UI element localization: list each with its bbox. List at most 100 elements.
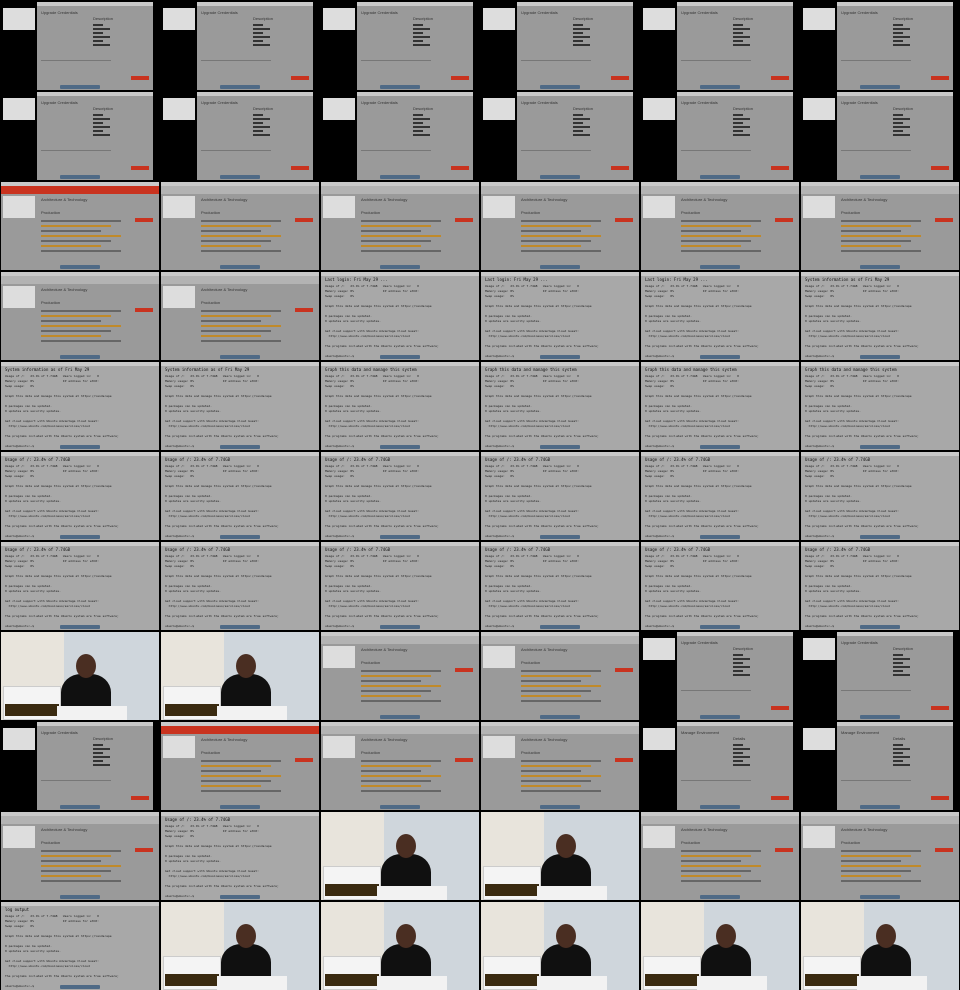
thumbnail-36[interactable]: Usage of /: 23.4% of 7.74GB Usage of /: 2…	[801, 452, 959, 540]
form-field[interactable]	[893, 40, 903, 42]
form-field[interactable]	[253, 40, 263, 42]
primary-button[interactable]	[295, 218, 313, 222]
form-field[interactable]	[93, 126, 110, 128]
submit-button[interactable]	[931, 166, 949, 170]
thumbnail-42[interactable]: Usage of /: 23.4% of 7.74GB Usage of /: 2…	[801, 542, 959, 630]
thumbnail-2[interactable]: Upgrade Credentials Description	[161, 2, 319, 90]
thumbnail-65[interactable]	[641, 902, 799, 990]
form-field[interactable]	[93, 134, 110, 136]
thumbnail-11[interactable]: Upgrade Credentials Description	[641, 92, 799, 180]
form-field[interactable]	[253, 122, 263, 124]
thumbnail-8[interactable]: Upgrade Credentials Description	[161, 92, 319, 180]
submit-button[interactable]	[291, 76, 309, 80]
primary-button[interactable]	[455, 758, 473, 762]
dock[interactable]	[380, 805, 420, 809]
thumbnail-29[interactable]: Graph this data and manage this system Us…	[641, 362, 799, 450]
thumbnail-35[interactable]: Usage of /: 23.4% of 7.74GB Usage of /: 2…	[641, 452, 799, 540]
form-field[interactable]	[733, 114, 743, 116]
primary-button[interactable]	[775, 218, 793, 222]
dock[interactable]	[700, 535, 740, 539]
input-underline[interactable]	[681, 780, 751, 781]
thumbnail-53[interactable]: Manage Environment Details	[641, 722, 799, 810]
dock[interactable]	[540, 355, 580, 359]
form-field[interactable]	[733, 752, 743, 754]
form-field[interactable]	[733, 122, 743, 124]
form-field[interactable]	[93, 40, 103, 42]
thumbnail-27[interactable]: Graph this data and manage this system Us…	[321, 362, 479, 450]
form-field[interactable]	[93, 122, 103, 124]
primary-button[interactable]	[775, 848, 793, 852]
thumbnail-16[interactable]: Architecture & Technology Production	[481, 182, 639, 270]
thumbnail-10[interactable]: Upgrade Credentials Description	[481, 92, 639, 180]
dock[interactable]	[860, 445, 900, 449]
submit-button[interactable]	[771, 706, 789, 710]
form-field[interactable]	[573, 28, 590, 30]
form-field[interactable]	[733, 764, 750, 766]
dock[interactable]	[860, 535, 900, 539]
dock[interactable]	[540, 535, 580, 539]
form-field[interactable]	[733, 670, 743, 672]
form-field[interactable]	[733, 28, 750, 30]
dock[interactable]	[60, 85, 100, 89]
primary-button[interactable]	[615, 668, 633, 672]
form-field[interactable]	[93, 32, 103, 34]
dock[interactable]	[60, 445, 100, 449]
thumbnail-49[interactable]: Upgrade Credentials Description	[1, 722, 159, 810]
form-field[interactable]	[93, 756, 110, 758]
form-field[interactable]	[573, 32, 583, 34]
thumbnail-31[interactable]: Usage of /: 23.4% of 7.74GB Usage of /: 2…	[1, 452, 159, 540]
thumbnail-66[interactable]	[801, 902, 959, 990]
form-field[interactable]	[733, 654, 743, 656]
dock[interactable]	[540, 715, 580, 719]
dock[interactable]	[220, 265, 260, 269]
dock[interactable]	[860, 175, 900, 179]
thumbnail-64[interactable]	[481, 902, 639, 990]
form-field[interactable]	[253, 114, 263, 116]
dock[interactable]	[220, 625, 260, 629]
thumbnail-20[interactable]: Architecture & Technology Production	[161, 272, 319, 360]
form-field[interactable]	[413, 114, 423, 116]
form-field[interactable]	[413, 32, 423, 34]
dock[interactable]	[700, 625, 740, 629]
input-underline[interactable]	[41, 780, 111, 781]
form-field[interactable]	[893, 122, 903, 124]
thumbnail-1[interactable]: Upgrade Credentials Description	[1, 2, 159, 90]
form-field[interactable]	[733, 36, 750, 38]
thumbnail-56[interactable]: Usage of /: 23.4% of 7.74GB Usage of /: 2…	[161, 812, 319, 900]
form-field[interactable]	[253, 24, 263, 26]
input-underline[interactable]	[361, 60, 431, 61]
input-underline[interactable]	[201, 150, 271, 151]
dock[interactable]	[700, 715, 740, 719]
dock[interactable]	[700, 265, 740, 269]
form-field[interactable]	[413, 40, 423, 42]
thumbnail-34[interactable]: Usage of /: 23.4% of 7.74GB Usage of /: 2…	[481, 452, 639, 540]
thumbnail-5[interactable]: Upgrade Credentials Description	[641, 2, 799, 90]
dock[interactable]	[700, 445, 740, 449]
submit-button[interactable]	[131, 166, 149, 170]
form-field[interactable]	[733, 126, 750, 128]
form-field[interactable]	[893, 658, 910, 660]
form-field[interactable]	[413, 36, 430, 38]
form-field[interactable]	[413, 24, 423, 26]
thumbnail-58[interactable]	[481, 812, 639, 900]
form-field[interactable]	[733, 760, 743, 762]
form-field[interactable]	[93, 764, 110, 766]
primary-button[interactable]	[135, 848, 153, 852]
dock[interactable]	[380, 265, 420, 269]
thumbnail-37[interactable]: Usage of /: 23.4% of 7.74GB Usage of /: 2…	[1, 542, 159, 630]
submit-button[interactable]	[611, 166, 629, 170]
form-field[interactable]	[573, 40, 583, 42]
thumbnail-28[interactable]: Graph this data and manage this system Us…	[481, 362, 639, 450]
form-field[interactable]	[893, 114, 903, 116]
thumbnail-63[interactable]	[321, 902, 479, 990]
input-underline[interactable]	[201, 60, 271, 61]
primary-button[interactable]	[615, 218, 633, 222]
form-field[interactable]	[413, 118, 430, 120]
submit-button[interactable]	[931, 796, 949, 800]
dock[interactable]	[60, 355, 100, 359]
form-field[interactable]	[733, 748, 750, 750]
dock[interactable]	[380, 625, 420, 629]
input-underline[interactable]	[841, 150, 911, 151]
dock[interactable]	[220, 175, 260, 179]
dock[interactable]	[60, 985, 100, 989]
